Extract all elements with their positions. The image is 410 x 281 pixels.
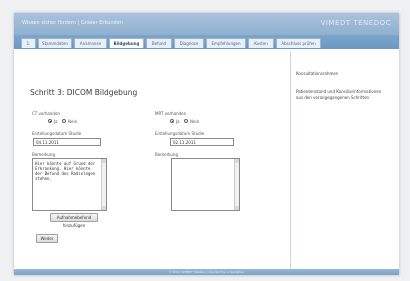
scroll-down-icon[interactable] <box>235 206 239 210</box>
window-title: Wissen sicher fördern | Gräser Erkunden <box>22 20 123 26</box>
mrt-yes-radio[interactable] <box>170 119 174 123</box>
tab-kosten[interactable]: Kosten <box>248 38 274 48</box>
tab-1[interactable]: 1. <box>21 38 36 48</box>
ct-yes-radio[interactable] <box>48 119 52 123</box>
tab-bar: 1. Stammdaten Anamnese Bildgebung Befund… <box>14 35 399 49</box>
tab-bildgebung[interactable]: Bildgebung <box>109 38 144 48</box>
mrt-date-label: Erstellungsdatum Studie <box>155 131 205 136</box>
scroll-up-icon[interactable] <box>102 159 106 163</box>
sidebar-heading: Konsultationsrahmen <box>296 71 339 76</box>
footer-bar: © 2011 VIMEDT TeleDoc | Alle Rechte vorb… <box>14 269 399 275</box>
mrt-notes-label: Bemerkung <box>155 152 179 157</box>
mrt-date-field[interactable]: 02.11.2011 <box>170 138 234 146</box>
page-title: Schritt 3: DICOM Bildgebung <box>30 88 138 97</box>
footer-text: © 2011 VIMEDT TeleDoc | Alle Rechte vorb… <box>168 270 245 274</box>
scrollbar[interactable] <box>101 159 106 210</box>
scrollbar[interactable] <box>234 159 239 210</box>
ct-label: CT vorhanden <box>32 111 60 116</box>
header-bar: Wissen sicher fördern | Gräser Erkunden … <box>14 13 399 35</box>
ct-no-radio[interactable] <box>62 119 66 123</box>
tab-diagnose[interactable]: Diagnose <box>174 38 204 48</box>
tab-anamnese[interactable]: Anamnese <box>74 38 107 48</box>
tab-abschluss[interactable]: Abschluss prüfen <box>276 38 321 48</box>
info-sidebar: Konsultationsrahmen Patientenstand und K… <box>290 51 396 269</box>
tab-stammdaten[interactable]: Stammdaten <box>38 38 72 48</box>
mrt-notes-textarea[interactable] <box>171 158 240 211</box>
ct-notes-text: Hier könnte auf Grund der Erkrankung. Hi… <box>35 161 96 181</box>
mrt-no-label: Nein <box>190 119 200 124</box>
main-panel: Schritt 3: DICOM Bildgebung CT vorhanden… <box>18 51 288 269</box>
mrt-yes-label: Ja <box>176 119 180 124</box>
next-button[interactable]: Weiter <box>36 234 58 243</box>
add-finding-button[interactable]: Aufnahmebefund hinzufügen <box>50 213 98 228</box>
sidebar-text: Patientenstand und Konsiliarinformatione… <box>296 89 382 100</box>
ct-yes-label: Ja <box>54 119 58 124</box>
tab-empfehlungen[interactable]: Empfehlungen <box>206 38 246 48</box>
scroll-down-icon[interactable] <box>102 206 106 210</box>
ct-date-label: Erstellungsdatum Studie <box>32 131 82 136</box>
mrt-no-radio[interactable] <box>184 119 188 123</box>
brand-logo: VIMEDT TENEDOC <box>320 19 391 27</box>
scroll-up-icon[interactable] <box>235 159 239 163</box>
tab-befund[interactable]: Befund <box>146 38 172 48</box>
ct-no-label: Nein <box>68 119 78 124</box>
app-window: Wissen sicher fördern | Gräser Erkunden … <box>14 13 399 275</box>
ct-notes-textarea[interactable]: Hier könnte auf Grund der Erkrankung. Hi… <box>32 158 107 211</box>
ct-date-field[interactable]: 04.11.2011 <box>33 138 101 146</box>
ct-notes-label: Bemerkung <box>32 152 56 157</box>
mrt-label: MRT vorhanden <box>155 111 187 116</box>
